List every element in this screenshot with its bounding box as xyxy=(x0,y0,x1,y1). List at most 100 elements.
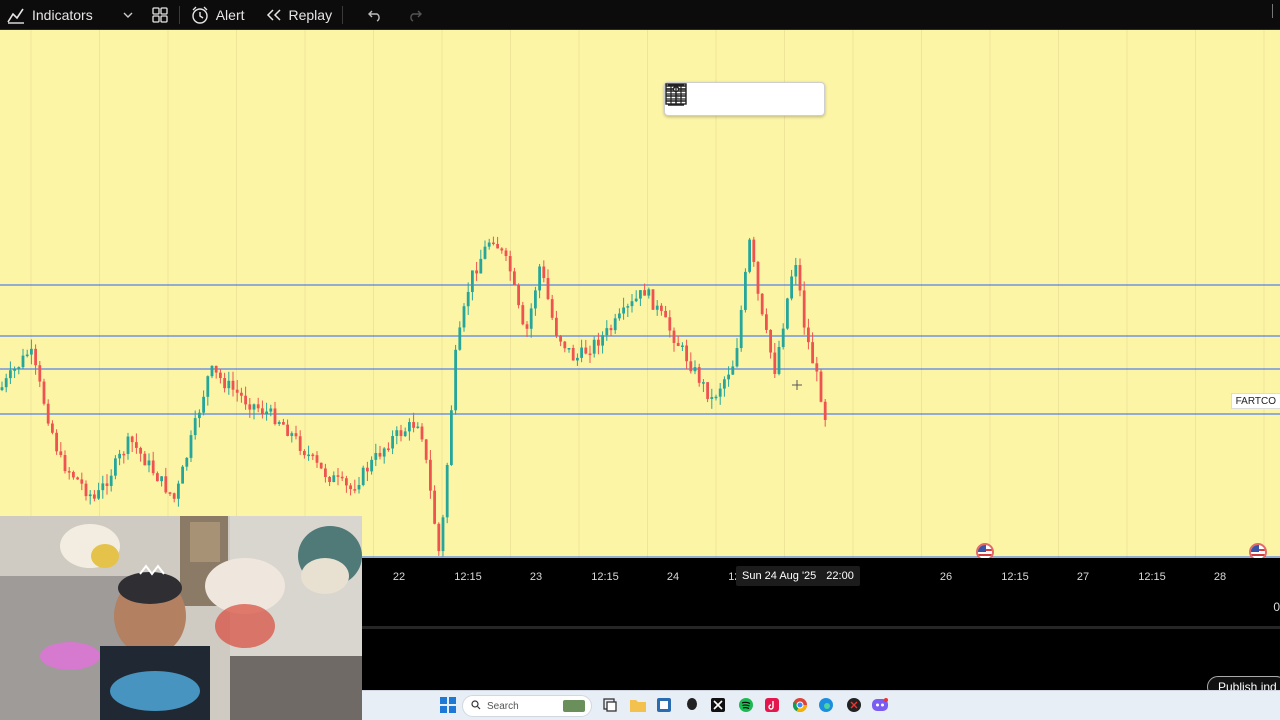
candle-body xyxy=(294,433,298,437)
windows-start-icon[interactable] xyxy=(440,697,456,713)
time-tick: 27 xyxy=(1076,571,1090,583)
us-flag-event-icon[interactable] xyxy=(1249,543,1267,558)
candle-body xyxy=(395,430,399,436)
chrome-icon[interactable] xyxy=(792,697,808,713)
redo-button[interactable] xyxy=(401,0,429,30)
candle-body xyxy=(248,404,252,410)
candle-body xyxy=(668,317,672,331)
candle-body xyxy=(420,426,424,440)
candle-body xyxy=(571,347,575,361)
candle-body xyxy=(126,436,130,454)
candle-body xyxy=(349,485,352,490)
alert-button[interactable]: Alert xyxy=(184,0,251,30)
search-label: Search xyxy=(487,700,519,712)
x-app-icon[interactable] xyxy=(710,697,726,713)
candle-body xyxy=(135,442,138,448)
candle-body xyxy=(496,244,499,249)
candle-body xyxy=(433,490,436,524)
candle-body xyxy=(794,265,798,277)
candle-body xyxy=(786,298,789,329)
candlestick-canvas[interactable] xyxy=(0,30,1280,558)
time-tick: 12:15 xyxy=(591,571,619,583)
candle-body xyxy=(55,432,58,452)
candle-body xyxy=(298,436,302,451)
price-chart[interactable]: ⠿ FARTCO xyxy=(0,30,1280,558)
candle-body xyxy=(240,392,243,396)
candle-body xyxy=(475,270,478,274)
task-view-icon[interactable] xyxy=(602,697,618,713)
candle-body xyxy=(282,422,285,425)
drawing-floating-toolbar: ⠿ xyxy=(664,82,825,116)
candle-body xyxy=(756,261,760,294)
candle-body xyxy=(164,476,168,493)
capcut-icon[interactable] xyxy=(846,697,862,713)
candle-body xyxy=(303,450,306,456)
indicators-button[interactable]: Indicators xyxy=(0,0,99,30)
candle-body xyxy=(223,378,226,389)
us-flag-event-icon[interactable] xyxy=(976,543,994,558)
replay-button[interactable]: Replay xyxy=(259,0,339,30)
edge-icon[interactable] xyxy=(818,697,834,713)
candle-body xyxy=(424,439,428,460)
candle-body xyxy=(437,523,441,552)
candle-body xyxy=(273,408,277,425)
candle-body xyxy=(319,462,323,469)
candle-body xyxy=(198,412,201,419)
file-explorer-icon[interactable] xyxy=(630,697,646,713)
crosshair-time-label: Sun 24 Aug '25 22:00 xyxy=(736,566,860,586)
candle-body xyxy=(286,424,289,436)
crosshair-time: 22:00 xyxy=(826,570,854,582)
candle-body xyxy=(214,365,218,373)
candle-body xyxy=(555,317,558,337)
candle-body xyxy=(21,355,25,368)
candle-body xyxy=(563,341,567,349)
line-style-button[interactable] xyxy=(666,84,721,114)
candle-body xyxy=(454,349,457,411)
crosshair-date: Sun 24 Aug '25 xyxy=(742,570,817,582)
app-store-icon[interactable] xyxy=(656,697,672,713)
grid-settings-button[interactable] xyxy=(665,83,755,114)
candle-body xyxy=(550,299,554,318)
undo-button[interactable] xyxy=(361,0,389,30)
tiktok-icon[interactable] xyxy=(764,697,780,713)
alien-app-icon[interactable] xyxy=(684,697,700,713)
candle-body xyxy=(790,276,793,299)
vertical-extend-button[interactable] xyxy=(668,84,824,114)
discord-icon[interactable] xyxy=(872,697,888,713)
candle-body xyxy=(151,460,155,474)
layout-templates-button[interactable] xyxy=(145,0,175,30)
candle-body xyxy=(584,347,588,354)
candle-body xyxy=(450,410,453,465)
candle-body xyxy=(408,422,411,432)
candle-body xyxy=(592,339,596,354)
candle-body xyxy=(639,290,642,299)
indicators-dropdown[interactable] xyxy=(117,0,139,30)
spotify-icon[interactable] xyxy=(738,697,754,713)
candle-body xyxy=(88,494,92,497)
candle-body xyxy=(605,328,609,336)
candle-body xyxy=(479,258,483,274)
time-axis[interactable]: 22 12:15 23 12:15 24 12:15 26 12:15 27 1… xyxy=(362,558,1280,592)
candle-body xyxy=(84,483,88,497)
taskbar-search-input[interactable]: Search xyxy=(462,695,592,717)
candle-body xyxy=(525,324,529,329)
candle-body xyxy=(693,367,697,372)
candle-body xyxy=(336,475,340,477)
candle-body xyxy=(597,339,600,346)
candle-body xyxy=(576,357,579,361)
candle-body xyxy=(718,388,722,397)
time-tick: 12:15 xyxy=(1001,571,1029,583)
candle-body xyxy=(357,484,361,490)
panel-divider[interactable] xyxy=(362,626,1280,629)
candle-body xyxy=(702,382,705,384)
candle-body xyxy=(130,436,134,443)
candle-body xyxy=(731,366,735,375)
candle-body xyxy=(353,489,357,491)
candle-body xyxy=(67,471,71,473)
horizontal-line-button[interactable] xyxy=(666,84,789,114)
candle-body xyxy=(244,395,247,405)
candle-body xyxy=(500,248,504,251)
candle-body xyxy=(689,361,693,372)
candle-body xyxy=(760,293,764,315)
candle-body xyxy=(366,467,369,472)
